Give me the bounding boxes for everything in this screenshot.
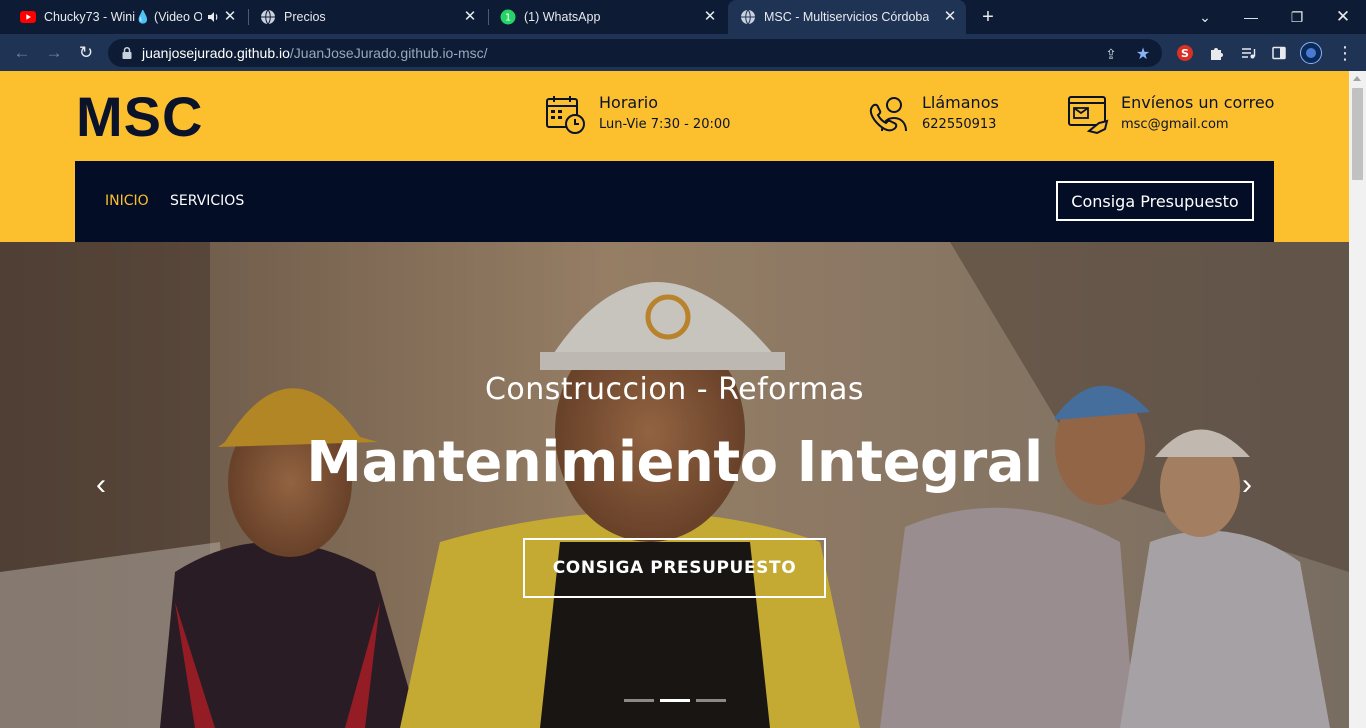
info-heading: Envíenos un correo	[1121, 93, 1275, 112]
globe-icon	[260, 9, 276, 25]
maximize-icon[interactable]: ❐	[1274, 0, 1320, 34]
back-icon[interactable]: ←	[10, 41, 34, 65]
scroll-up-arrow-icon[interactable]	[1353, 76, 1361, 81]
hero-carousel: Construccion - Reformas Mantenimiento In…	[0, 242, 1349, 728]
close-tab-icon[interactable]: ✕	[222, 9, 238, 25]
carousel-indicator[interactable]	[624, 699, 654, 702]
scrollbar-thumb[interactable]	[1352, 88, 1363, 180]
info-heading: Llámanos	[922, 93, 999, 112]
tab-title: (1) WhatsApp	[524, 10, 601, 24]
info-text[interactable]: msc@gmail.com	[1121, 117, 1274, 132]
tab-msc-active[interactable]: MSC - Multiservicios Córdoba ✕	[728, 0, 966, 34]
close-tab-icon[interactable]: ✕	[702, 9, 718, 25]
info-text[interactable]: 622550913	[922, 117, 999, 132]
tab-title: Chucky73 - Wini💧 (Video Of	[44, 9, 202, 24]
nav-item-inicio[interactable]: INICIO	[105, 193, 149, 209]
profile-avatar-icon[interactable]	[1300, 42, 1322, 64]
share-icon[interactable]: ⇪	[1102, 45, 1120, 63]
carousel-indicators	[624, 699, 732, 702]
whatsapp-icon: 1	[500, 9, 516, 25]
side-panel-icon[interactable]	[1268, 42, 1290, 64]
extensions-puzzle-icon[interactable]	[1205, 42, 1227, 64]
tab-search-icon[interactable]: ⌄	[1182, 0, 1228, 34]
tab-precios[interactable]: Precios ✕	[248, 0, 486, 34]
tab-title: MSC - Multiservicios Córdoba	[764, 10, 930, 24]
close-window-icon[interactable]: ✕	[1320, 0, 1366, 34]
site-header: MSC Horario Lun-Vie 7:30 - 20:00 Llámano…	[0, 71, 1349, 242]
browser-toolbar: ← → ↻ juanjosejurado.github.io/JuanJoseJ…	[0, 34, 1366, 71]
youtube-icon	[20, 9, 36, 25]
close-tab-icon[interactable]: ✕	[942, 9, 958, 25]
globe-icon	[740, 9, 756, 25]
carousel-prev-icon[interactable]: ‹	[86, 470, 116, 500]
calendar-clock-icon	[546, 96, 585, 134]
address-bar[interactable]: juanjosejurado.github.io/JuanJoseJurado.…	[108, 39, 1162, 67]
tab-title: Precios	[284, 10, 326, 24]
menu-kebab-icon[interactable]: ⋮	[1334, 42, 1356, 64]
info-schedule: Horario Lun-Vie 7:30 - 20:00	[545, 93, 730, 135]
minimize-icon[interactable]: —	[1228, 0, 1274, 34]
phone-support-icon	[869, 97, 907, 132]
tab-youtube[interactable]: Chucky73 - Wini💧 (Video Of ✕	[8, 0, 246, 34]
hero-quote-button[interactable]: CONSIGA PRESUPUESTO	[523, 538, 826, 598]
extension-red-icon[interactable]: S	[1174, 42, 1196, 64]
media-queue-icon[interactable]	[1237, 42, 1259, 64]
info-text: Lun-Vie 7:30 - 20:00	[599, 117, 731, 132]
url-text: juanjosejurado.github.io/JuanJoseJurado.…	[142, 45, 488, 61]
hero-subtitle: Construccion - Reformas	[484, 372, 865, 407]
forward-icon[interactable]: →	[42, 41, 66, 65]
carousel-indicator-active[interactable]	[660, 699, 690, 702]
page-viewport: MSC Horario Lun-Vie 7:30 - 20:00 Llámano…	[0, 71, 1349, 728]
close-tab-icon[interactable]: ✕	[462, 9, 478, 25]
bookmark-star-icon[interactable]: ★	[1134, 45, 1152, 63]
info-email: Envíenos un correo msc@gmail.com	[1067, 93, 1274, 135]
svg-text:1: 1	[505, 13, 511, 24]
tab-whatsapp[interactable]: 1 (1) WhatsApp ✕	[488, 0, 726, 34]
info-heading: Horario	[599, 93, 659, 112]
speaker-icon[interactable]	[206, 10, 220, 24]
get-quote-button[interactable]: Consiga Presupuesto	[1056, 181, 1254, 221]
nav-item-servicios[interactable]: SERVICIOS	[170, 193, 244, 209]
hero-title: Mantenimiento Integral	[306, 430, 1043, 495]
site-logo[interactable]: MSC	[76, 87, 203, 147]
page-scrollbar[interactable]	[1349, 71, 1366, 728]
svg-text:S: S	[1181, 47, 1189, 60]
reload-icon[interactable]: ↻	[74, 41, 98, 65]
lock-icon	[122, 46, 132, 59]
carousel-indicator[interactable]	[696, 699, 726, 702]
info-phone: Llámanos 622550913	[868, 93, 999, 135]
main-navbar: INICIO SERVICIOS Consiga Presupuesto	[75, 161, 1274, 242]
carousel-next-icon[interactable]: ›	[1232, 470, 1262, 500]
new-tab-button[interactable]: +	[978, 7, 998, 27]
email-icon	[1068, 96, 1109, 135]
browser-tab-strip: Chucky73 - Wini💧 (Video Of ✕ Precios ✕ 1…	[0, 0, 1366, 34]
